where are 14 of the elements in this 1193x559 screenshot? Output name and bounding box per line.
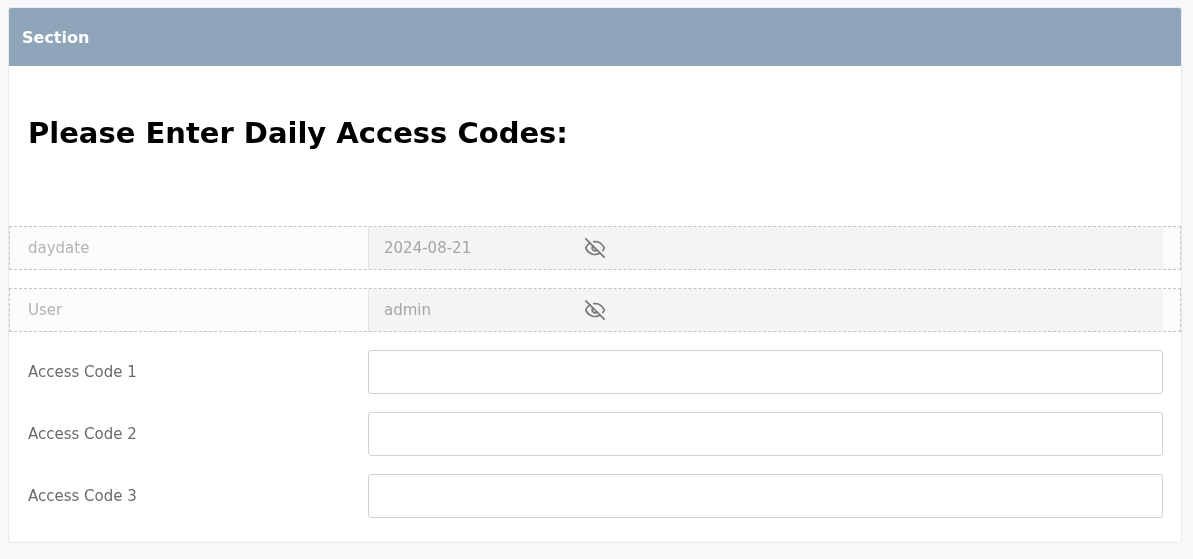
field-label: Access Code 1 [27,363,138,381]
field-label: Access Code 3 [27,487,138,505]
page-heading: Please Enter Daily Access Codes: [28,116,569,150]
section-title: Section [22,27,90,47]
field-value: admin [384,301,432,319]
input-field[interactable] [368,474,1163,518]
field-label: User [27,301,64,319]
field-label: Access Code 2 [27,425,138,443]
input-field[interactable] [368,412,1163,456]
eye-off-icon [584,299,606,321]
field-value: 2024-08-21 [384,239,473,257]
eye-off-icon [584,237,606,259]
field-label: daydate [27,239,91,257]
input-field[interactable] [368,350,1163,394]
